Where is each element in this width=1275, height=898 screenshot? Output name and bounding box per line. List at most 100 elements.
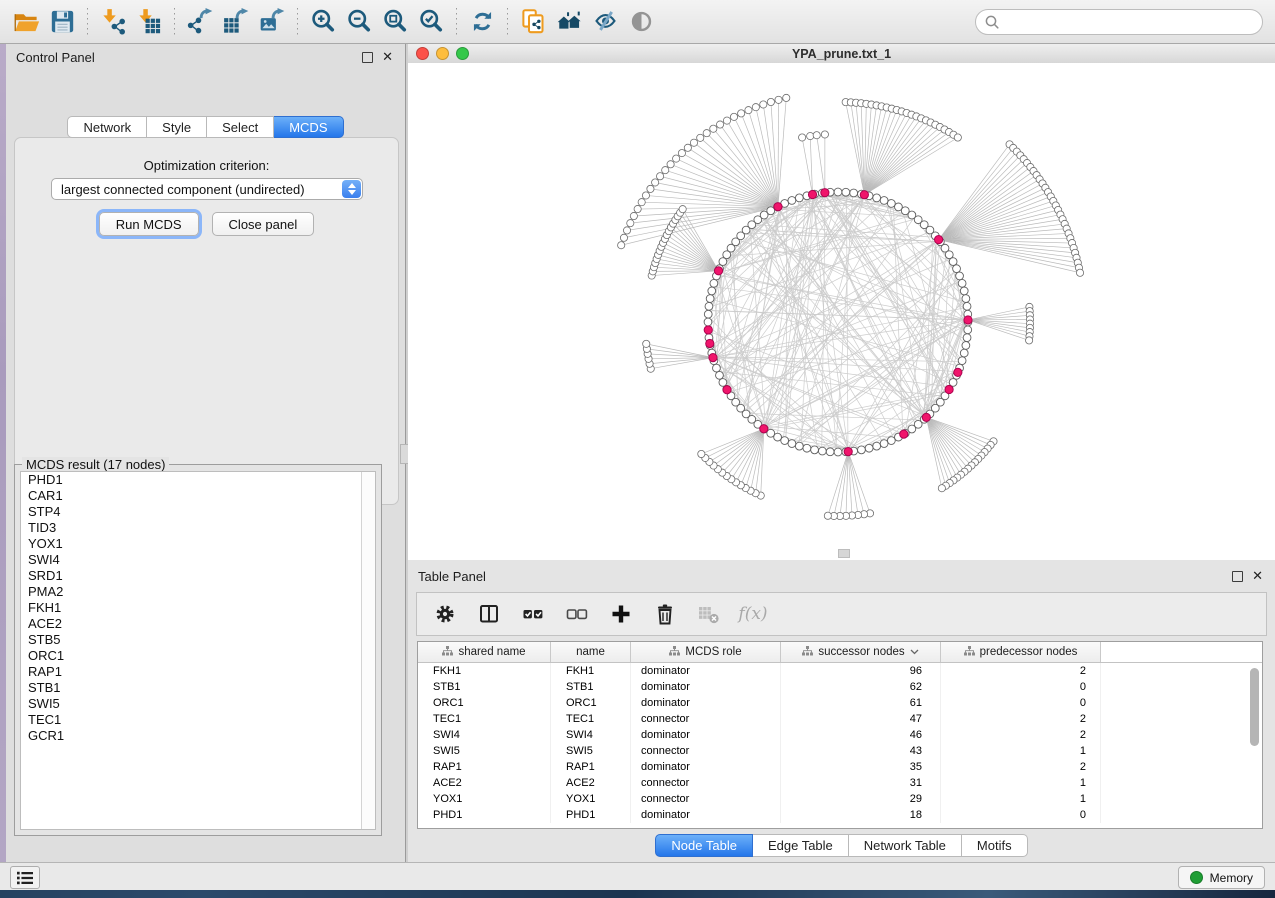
column-header-name[interactable]: name	[551, 642, 631, 662]
tab-edge-table[interactable]: Edge Table	[753, 834, 849, 857]
table-cell: 0	[941, 679, 1101, 695]
network-window-titlebar[interactable]: YPA_prune.txt_1	[408, 44, 1275, 64]
mcds-result-item[interactable]: STB1	[21, 680, 375, 696]
delete-columns-button[interactable]	[651, 600, 679, 628]
table-row[interactable]: ACE2ACE2connector311	[418, 775, 1262, 791]
node-table[interactable]: shared namenameMCDS rolesuccessor nodesp…	[417, 641, 1263, 829]
zoom-selected-button[interactable]	[413, 5, 449, 39]
mcds-result-item[interactable]: CAR1	[21, 488, 375, 504]
tab-node-table[interactable]: Node Table	[655, 834, 753, 857]
houses-icon	[556, 8, 583, 35]
table-scrollbar-thumb[interactable]	[1250, 668, 1259, 746]
maximize-window-icon[interactable]	[456, 47, 469, 60]
table-row[interactable]: RAP1RAP1dominator352	[418, 759, 1262, 775]
table-cell: dominator	[631, 679, 781, 695]
column-header-MCDS-role[interactable]: MCDS role	[631, 642, 781, 662]
mcds-result-item[interactable]: YOX1	[21, 536, 375, 552]
control-panel-header: Control Panel ✕	[6, 44, 405, 70]
table-row[interactable]: STB1STB1dominator620	[418, 679, 1262, 695]
mcds-tab-content: Optimization criterion: largest connecte…	[14, 137, 399, 505]
open-file-button[interactable]	[8, 5, 44, 39]
network-canvas[interactable]	[408, 63, 1275, 560]
export-image-button[interactable]	[254, 5, 290, 39]
import-table-button[interactable]	[131, 5, 167, 39]
table-row[interactable]: TEC1TEC1connector472	[418, 711, 1262, 727]
float-table-panel-icon[interactable]	[1232, 571, 1243, 582]
mcds-result-item[interactable]: STP4	[21, 504, 375, 520]
mcds-list-scrollbar[interactable]	[361, 472, 375, 829]
mcds-result-item[interactable]: TID3	[21, 520, 375, 536]
tab-style[interactable]: Style	[147, 116, 207, 138]
add-column-icon	[609, 602, 633, 626]
column-header-predecessor-nodes[interactable]: predecessor nodes	[941, 642, 1101, 662]
table-row[interactable]: SWI4SWI4dominator462	[418, 727, 1262, 743]
tab-motifs[interactable]: Motifs	[962, 834, 1028, 857]
export-table-button[interactable]	[218, 5, 254, 39]
network-graph[interactable]	[408, 63, 1275, 560]
close-table-panel-icon[interactable]: ✕	[1252, 571, 1263, 581]
column-header-shared-name[interactable]: shared name	[418, 642, 551, 662]
zoom-out-button[interactable]	[341, 5, 377, 39]
table-row[interactable]: PHD1PHD1dominator180	[418, 807, 1262, 823]
table-cell: YOX1	[551, 791, 631, 807]
birds-eye-button[interactable]	[623, 5, 659, 39]
mcds-result-item[interactable]: FKH1	[21, 600, 375, 616]
mcds-result-item[interactable]: SWI5	[21, 696, 375, 712]
memory-button[interactable]: Memory	[1178, 866, 1265, 889]
close-panel-icon[interactable]: ✕	[382, 52, 393, 62]
save-session-button[interactable]	[44, 5, 80, 39]
panel-menu-button[interactable]	[10, 866, 40, 889]
main-toolbar	[0, 0, 1275, 44]
delete-table-icon	[697, 602, 721, 626]
houses-button[interactable]	[551, 5, 587, 39]
zoom-in-button[interactable]	[305, 5, 341, 39]
mcds-result-item[interactable]: GCR1	[21, 728, 375, 744]
zoom-fit-button[interactable]	[377, 5, 413, 39]
hide-graphics-details-button[interactable]	[587, 5, 623, 39]
close-window-icon[interactable]	[416, 47, 429, 60]
table-scrollbar[interactable]	[1249, 664, 1260, 824]
tab-network[interactable]: Network	[67, 116, 147, 138]
close-panel-button[interactable]: Close panel	[212, 212, 315, 236]
import-network-button[interactable]	[95, 5, 131, 39]
mcds-result-item[interactable]: SRD1	[21, 568, 375, 584]
add-column-button[interactable]	[607, 600, 635, 628]
mcds-result-list[interactable]: PHD1CAR1STP4TID3YOX1SWI4SRD1PMA2FKH1ACE2…	[20, 471, 376, 830]
minimize-window-icon[interactable]	[436, 47, 449, 60]
select-all-columns-button[interactable]	[519, 600, 547, 628]
split-panel-button[interactable]	[475, 600, 503, 628]
mcds-result-item[interactable]: TEC1	[21, 712, 375, 728]
mcds-result-item[interactable]: PMA2	[21, 584, 375, 600]
function-builder-button[interactable]: f(x)	[739, 600, 767, 628]
table-cell: dominator	[631, 695, 781, 711]
float-panel-icon[interactable]	[362, 52, 373, 63]
deselect-all-columns-button[interactable]	[563, 600, 591, 628]
table-row[interactable]: ORC1ORC1dominator610	[418, 695, 1262, 711]
mcds-result-item[interactable]: PHD1	[21, 472, 375, 488]
table-cell: 62	[781, 679, 941, 695]
horizontal-splitter-grip[interactable]	[838, 549, 850, 558]
save-session-icon	[49, 8, 76, 35]
column-header-successor-nodes[interactable]: successor nodes	[781, 642, 941, 662]
control-panel: Control Panel ✕ NetworkStyleSelectMCDS O…	[6, 44, 405, 862]
export-network-button[interactable]	[182, 5, 218, 39]
mcds-result-item[interactable]: SWI4	[21, 552, 375, 568]
tab-network-table[interactable]: Network Table	[849, 834, 962, 857]
table-row[interactable]: SWI5SWI5connector431	[418, 743, 1262, 759]
mcds-result-group: MCDS result (17 nodes) PHD1CAR1STP4TID3Y…	[14, 464, 382, 836]
tab-mcds[interactable]: MCDS	[274, 116, 343, 138]
optimization-criterion-select[interactable]: largest connected component (undirected)	[51, 178, 363, 200]
clone-network-button[interactable]	[515, 5, 551, 39]
mcds-result-item[interactable]: ORC1	[21, 648, 375, 664]
table-row[interactable]: YOX1YOX1connector291	[418, 791, 1262, 807]
gear-button[interactable]	[431, 600, 459, 628]
mcds-result-item[interactable]: ACE2	[21, 616, 375, 632]
table-row[interactable]: FKH1FKH1dominator962	[418, 663, 1262, 679]
search-input[interactable]	[975, 9, 1263, 35]
delete-table-button[interactable]	[695, 600, 723, 628]
mcds-result-item[interactable]: STB5	[21, 632, 375, 648]
run-mcds-button[interactable]: Run MCDS	[99, 212, 199, 236]
mcds-result-item[interactable]: RAP1	[21, 664, 375, 680]
refresh-view-button[interactable]	[464, 5, 500, 39]
tab-select[interactable]: Select	[207, 116, 274, 138]
